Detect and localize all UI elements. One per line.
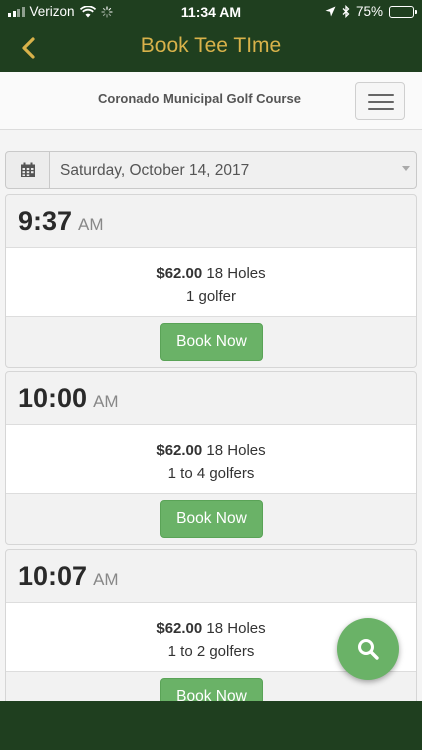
tee-time-footer: Book Now — [6, 317, 416, 367]
bluetooth-icon — [342, 5, 350, 18]
tee-time: 10:00 — [18, 383, 88, 413]
tee-time-details: $62.00 18 Holes 1 golfer — [6, 248, 416, 317]
book-now-button[interactable]: Book Now — [160, 323, 263, 361]
calendar-icon — [20, 162, 35, 177]
search-icon — [358, 639, 379, 660]
price: $62.00 — [156, 442, 203, 459]
battery-icon — [389, 5, 417, 18]
nav-bar: Book Tee TIme — [0, 24, 422, 72]
tee-time: 9:37 — [18, 206, 73, 236]
search-button[interactable] — [337, 618, 399, 680]
tee-time: 10:07 — [18, 561, 88, 591]
tee-time-header: 10:07 AM — [6, 550, 416, 603]
tee-time-footer: Book Now — [6, 494, 416, 544]
location-icon — [325, 6, 336, 17]
holes: 18 Holes — [206, 442, 266, 459]
top-bar: Verizon 11:34 AM 75% Book Tee TIme — [0, 0, 422, 72]
tee-time-ampm: AM — [93, 392, 119, 411]
course-header: Coronado Municipal Golf Course — [0, 72, 422, 130]
bottom-bar — [0, 701, 422, 750]
price: $62.00 — [156, 620, 203, 637]
date-select[interactable]: Saturday, October 14, 2017 — [50, 152, 416, 188]
golfers: 1 to 4 golfers — [167, 465, 255, 482]
course-name: Coronado Municipal Golf Course — [98, 91, 301, 106]
status-bar: Verizon 11:34 AM 75% — [0, 0, 422, 24]
price: $62.00 — [156, 265, 203, 282]
book-now-button[interactable]: Book Now — [160, 500, 263, 538]
tee-time-ampm: AM — [93, 570, 119, 589]
battery-percent: 75% — [355, 4, 383, 19]
page-title: Book Tee TIme — [140, 34, 282, 57]
menu-button[interactable] — [355, 82, 405, 120]
golfers: 1 golfer — [185, 288, 237, 305]
tee-time-details: $62.00 18 Holes 1 to 4 golfers — [6, 425, 416, 494]
date-picker: Saturday, October 14, 2017 — [5, 151, 417, 189]
holes: 18 Holes — [206, 620, 266, 637]
tee-time-card: 9:37 AM $62.00 18 Holes 1 golfer Book Now — [5, 194, 417, 368]
holes: 18 Holes — [206, 265, 266, 282]
calendar-button[interactable] — [6, 152, 50, 188]
caret-down-icon — [402, 166, 410, 171]
tee-time-ampm: AM — [78, 215, 104, 234]
tee-time-header: 9:37 AM — [6, 195, 416, 248]
selected-date: Saturday, October 14, 2017 — [60, 162, 250, 179]
tee-time-card: 10:00 AM $62.00 18 Holes 1 to 4 golfers B… — [5, 371, 417, 545]
tee-time-header: 10:00 AM — [6, 372, 416, 425]
